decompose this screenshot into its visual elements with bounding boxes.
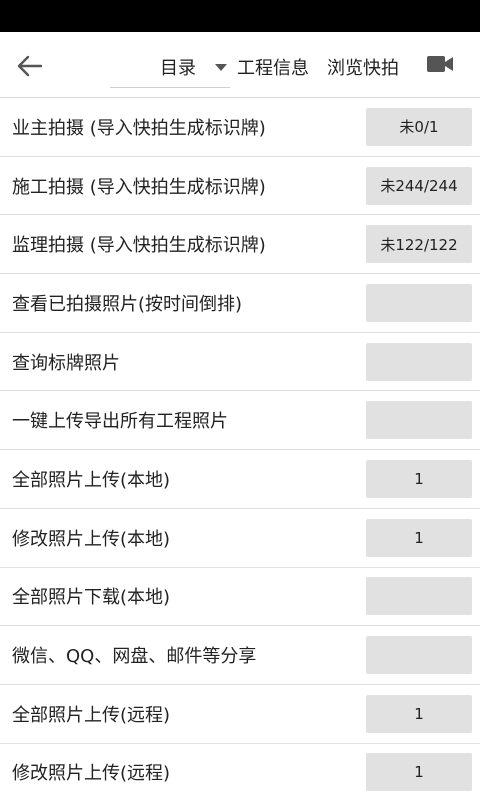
list-item-label: 监理拍摄 (导入快拍生成标识牌) (12, 235, 266, 257)
status-bar (0, 0, 480, 32)
list-item-upload-modified-remote[interactable]: 修改照片上传(远程) 1 (0, 744, 480, 800)
list-item-label: 修改照片上传(本地) (12, 528, 171, 550)
list-item-label: 施工拍摄 (导入快拍生成标识牌) (12, 176, 266, 198)
video-button[interactable] (426, 54, 458, 78)
list-item-construction-shoot[interactable]: 施工拍摄 (导入快拍生成标识牌) 未244/244 (0, 157, 480, 216)
list-item-download-all-local[interactable]: 全部照片下载(本地) (0, 568, 480, 627)
tab-project-info[interactable]: 工程信息 (237, 54, 309, 80)
toolbar: 目录 工程信息 浏览快拍 (0, 32, 480, 98)
list-item-upload-all-local[interactable]: 全部照片上传(本地) 1 (0, 450, 480, 509)
directory-dropdown[interactable]: 目录 (110, 50, 230, 88)
action-list: 业主拍摄 (导入快拍生成标识牌) 未0/1 施工拍摄 (导入快拍生成标识牌) 未… (0, 98, 480, 800)
tab-browse-snapshots[interactable]: 浏览快拍 (327, 54, 399, 80)
list-item-upload-modified-local[interactable]: 修改照片上传(本地) 1 (0, 509, 480, 568)
list-item-label: 查看已拍摄照片(按时间倒排) (12, 293, 243, 315)
list-item-query-sign-photos[interactable]: 查询标牌照片 (0, 333, 480, 392)
caret-down-icon (215, 64, 227, 71)
count-badge: 未244/244 (366, 166, 472, 205)
count-badge: 未0/1 (366, 107, 472, 146)
count-badge: 1 (366, 753, 472, 792)
list-item-supervision-shoot[interactable]: 监理拍摄 (导入快拍生成标识牌) 未122/122 (0, 215, 480, 275)
list-item-label: 全部照片下载(本地) (12, 587, 171, 609)
list-item-owner-shoot[interactable]: 业主拍摄 (导入快拍生成标识牌) 未0/1 (0, 98, 480, 157)
video-camera-icon (427, 56, 453, 72)
count-badge (366, 577, 472, 616)
list-item-label: 查询标牌照片 (12, 352, 120, 374)
list-item-view-photos[interactable]: 查看已拍摄照片(按时间倒排) (0, 274, 480, 333)
count-badge (366, 283, 472, 322)
list-item-label: 业主拍摄 (导入快拍生成标识牌) (12, 117, 266, 139)
directory-dropdown-label: 目录 (160, 58, 196, 79)
list-item-one-click-upload[interactable]: 一键上传导出所有工程照片 (0, 391, 480, 451)
list-item-label: 全部照片上传(远程) (12, 704, 171, 726)
arrow-left-icon (17, 55, 43, 77)
list-item-label: 微信、QQ、网盘、邮件等分享 (12, 646, 257, 668)
count-badge: 1 (366, 518, 472, 557)
list-item-label: 全部照片上传(本地) (12, 469, 171, 491)
list-item-label: 修改照片上传(远程) (12, 763, 171, 785)
count-badge (366, 636, 472, 675)
count-badge: 未122/122 (366, 225, 472, 264)
list-item-share[interactable]: 微信、QQ、网盘、邮件等分享 (0, 626, 480, 685)
count-badge (366, 401, 472, 440)
list-item-upload-all-remote[interactable]: 全部照片上传(远程) 1 (0, 685, 480, 744)
count-badge: 1 (366, 694, 472, 733)
list-item-label: 一键上传导出所有工程照片 (12, 411, 228, 433)
count-badge: 1 (366, 459, 472, 498)
back-button[interactable] (10, 48, 50, 84)
count-badge (366, 342, 472, 381)
